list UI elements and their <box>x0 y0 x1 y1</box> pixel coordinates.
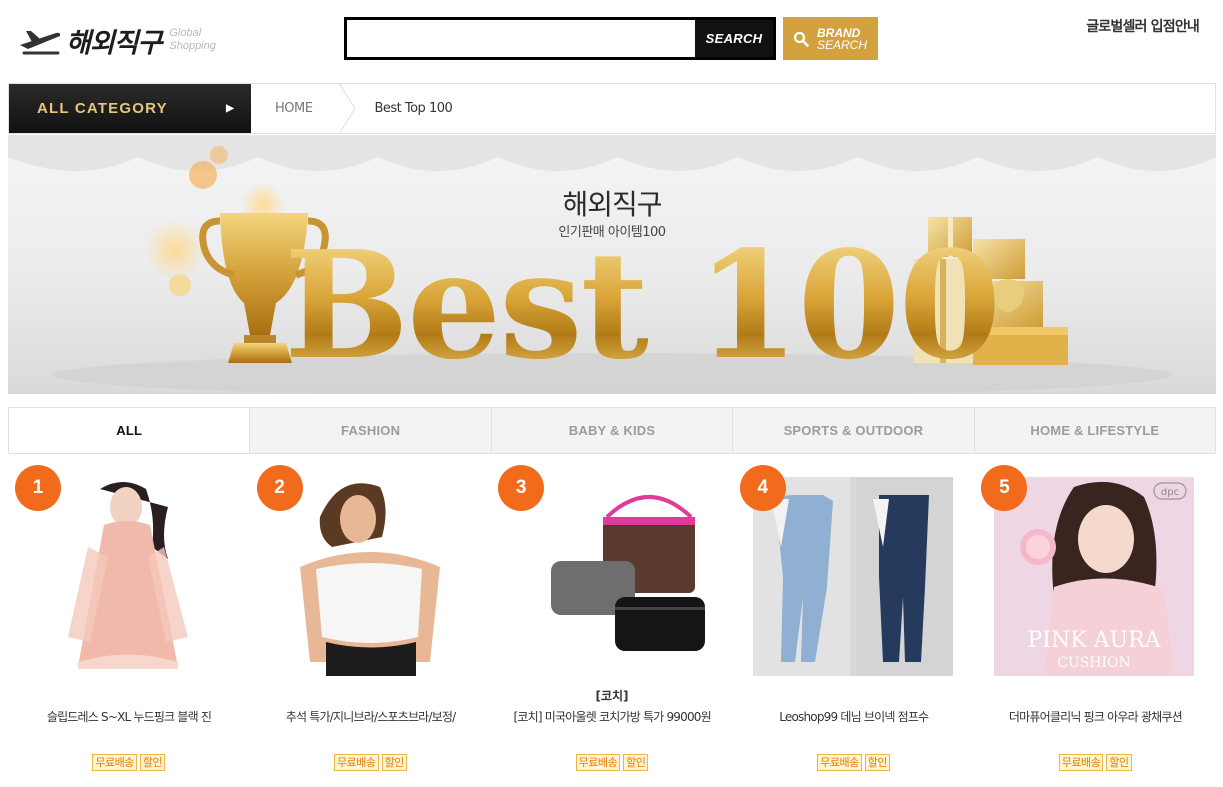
brand-search-button[interactable]: BRAND SEARCH <box>783 17 878 60</box>
discount-badge: 할인 <box>1106 754 1132 771</box>
product-image[interactable] <box>752 477 953 676</box>
discount-badge: 할인 <box>623 754 649 771</box>
banner-title: 해외직구 <box>562 188 662 221</box>
tab-all[interactable]: ALL <box>8 408 250 453</box>
brand-search-line-2: SEARCH <box>817 37 868 52</box>
product-name[interactable]: 추석 특가/지니브라/스포츠브라/보정/ <box>262 709 480 725</box>
product-image[interactable] <box>511 477 712 676</box>
discount-badge: 할인 <box>864 754 890 771</box>
category-nav: ALL CATEGORY ▶ HOME Best Top 100 <box>8 83 1216 134</box>
product-image[interactable] <box>269 477 470 676</box>
product-name[interactable]: 슬립드레스 S~XL 누드핑크 블랙 진 <box>20 709 238 725</box>
free-shipping-badge: 무료배송 <box>817 754 862 771</box>
brand-search-line-1: BRAND <box>817 25 861 40</box>
product-image-pink-aura-cushion: dpc PINK AURA CUSHION <box>994 477 1195 676</box>
product-card[interactable]: 1 슬립드레스 S~XL 누드핑크 블랙 진 무료배송 할인 <box>8 462 250 787</box>
product-card[interactable]: 4 Leoshop99 데님 브이넥 점프수 무료배송 할인 <box>733 462 975 787</box>
free-shipping-badge: 무료배송 <box>334 754 379 771</box>
tab-fashion[interactable]: FASHION <box>249 408 491 453</box>
banner-best100-text: Best 100 <box>284 218 1001 392</box>
breadcrumb-separator-icon <box>339 83 357 134</box>
search-icon <box>793 31 809 47</box>
free-shipping-badge: 무료배송 <box>575 754 621 771</box>
product-name[interactable]: Leoshop99 데님 브이넥 점프수 <box>745 709 963 725</box>
logo-subtitle: Global Shopping <box>169 27 216 53</box>
rank-badge: 2 <box>256 465 303 511</box>
free-shipping-badge: 무료배송 <box>92 754 137 771</box>
product-card[interactable]: 5 dpc PINK AURA CUSHION 더마퓨어클리닉 핑크 아우라 광… <box>974 462 1216 787</box>
product-image-sports-bra <box>269 477 470 676</box>
rank-badge: 3 <box>498 465 545 511</box>
site-logo[interactable]: 해외직구 Global Shopping <box>18 20 216 60</box>
product-badges: 무료배송 할인 <box>250 754 492 771</box>
free-shipping-badge: 무료배송 <box>1058 754 1104 771</box>
breadcrumb-home[interactable]: HOME <box>251 101 338 116</box>
discount-badge: 할인 <box>381 754 407 771</box>
all-category-button[interactable]: ALL CATEGORY ▶ <box>9 84 251 133</box>
airplane-icon <box>20 31 61 55</box>
product-image-denim-jumpsuit <box>752 477 953 676</box>
product-image-slip-dress <box>28 477 228 676</box>
search-input[interactable] <box>347 20 695 57</box>
search-box: SEARCH <box>344 17 776 60</box>
rank-badge: 1 <box>15 465 61 511</box>
product-list: 1 슬립드레스 S~XL 누드핑크 블랙 진 무료배송 할인 2 추석 특가/지… <box>8 462 1216 787</box>
image-subtitle-text: CUSHION <box>1058 655 1132 671</box>
search-button[interactable]: SEARCH <box>695 20 773 57</box>
rank-badge: 4 <box>739 465 786 511</box>
brand-search-label: BRAND SEARCH <box>817 27 867 51</box>
product-image-coach-bags <box>511 477 712 676</box>
product-badges: 무료배송 할인 <box>974 754 1216 771</box>
logo-text: 해외직구 <box>66 27 162 59</box>
product-card[interactable]: 3 [코치] [코치] 미국아울렛 코치가방 특가 99000원 무료배송 할인 <box>491 462 733 787</box>
chevron-right-icon: ▶ <box>226 103 235 114</box>
category-tabs: ALL FASHION BABY & KIDS SPORTS & OUTDOOR… <box>8 407 1217 454</box>
image-title-text: PINK AURA <box>1028 628 1162 653</box>
discount-badge: 할인 <box>139 754 166 771</box>
tab-baby-kids[interactable]: BABY & KIDS <box>490 408 733 453</box>
best100-banner: 해외직구 인기판매 아이템100 Best 100 <box>8 135 1216 394</box>
global-seller-link[interactable]: 글로벌셀러 입점안내 <box>1086 16 1200 36</box>
product-image[interactable]: dpc PINK AURA CUSHION <box>994 477 1195 676</box>
product-name[interactable]: 더마퓨어클리닉 핑크 아우라 광채쿠션 <box>986 709 1204 725</box>
product-image[interactable] <box>28 477 228 676</box>
breadcrumb: HOME Best Top 100 <box>251 83 453 134</box>
tab-sports-outdoor[interactable]: SPORTS & OUTDOOR <box>732 408 974 453</box>
logo-sub-line-2: Shopping <box>169 40 216 52</box>
image-brand-logo-text: dpc <box>1161 487 1179 498</box>
breadcrumb-current: Best Top 100 <box>374 101 453 116</box>
tab-home-lifestyle[interactable]: HOME & LIFESTYLE <box>973 408 1217 453</box>
header: 해외직구 Global Shopping SEARCH BRAND SEARCH… <box>0 0 1223 82</box>
product-badges: 무료배송 할인 <box>8 754 250 771</box>
product-card[interactable]: 2 추석 특가/지니브라/스포츠브라/보정/ 무료배송 할인 <box>250 462 492 787</box>
product-name[interactable]: [코치] 미국아울렛 코치가방 특가 99000원 <box>503 709 721 725</box>
product-badges: 무료배송 할인 <box>491 754 733 771</box>
product-badges: 무료배송 할인 <box>733 754 975 771</box>
product-brand: [코치] <box>595 689 629 703</box>
all-category-label: ALL CATEGORY <box>37 100 168 117</box>
logo-sub-line-1: Global <box>169 27 202 39</box>
